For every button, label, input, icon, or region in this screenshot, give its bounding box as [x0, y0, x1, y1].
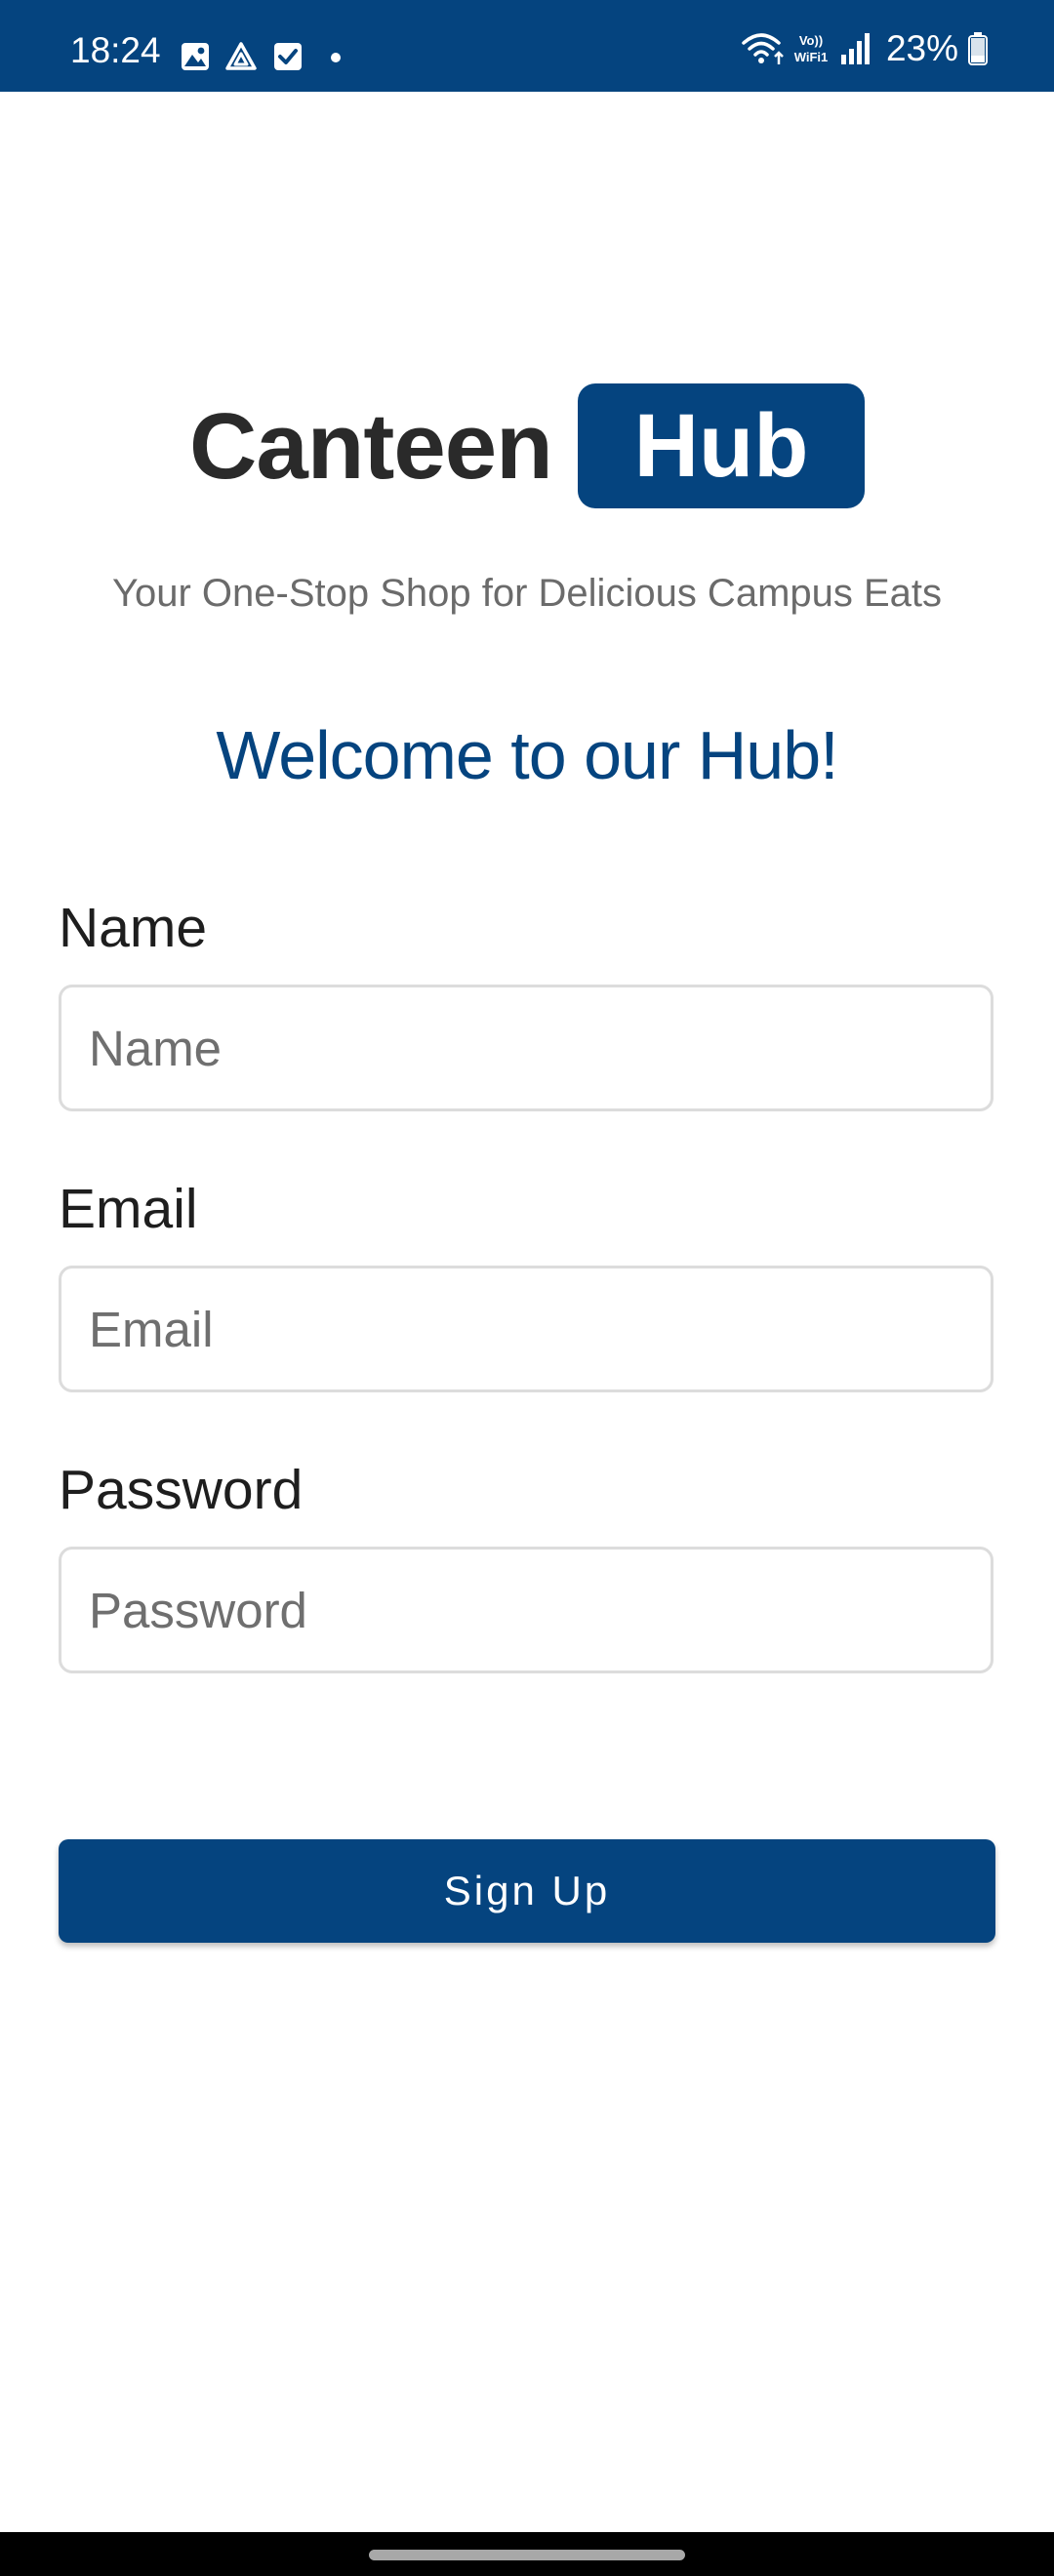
canteen-hub-logo: Canteen Hub — [189, 383, 865, 508]
notification-dot-icon — [330, 51, 342, 68]
status-time: 18:24 — [70, 30, 161, 70]
battery-icon — [968, 32, 988, 65]
sign-up-button[interactable]: Sign Up — [59, 1839, 995, 1943]
logo-badge: Hub — [578, 383, 865, 508]
status-right-group: Vo)) WiFi1 23% — [742, 29, 988, 68]
welcome-heading: Welcome to our Hub! — [216, 717, 838, 793]
svg-text:WiFi1: WiFi1 — [794, 50, 829, 64]
wifi-icon — [742, 31, 785, 66]
email-input[interactable] — [59, 1266, 993, 1392]
navigation-bar — [0, 2532, 1054, 2576]
logo-badge-word: Hub — [633, 396, 809, 496]
gallery-icon — [180, 41, 211, 77]
vowifi-icon: Vo)) WiFi1 — [790, 31, 831, 66]
logo-word: Canteen — [189, 394, 553, 499]
drive-icon — [224, 41, 258, 77]
status-bar: 18:24 Vo)) WiFi1 23% — [0, 0, 1054, 92]
battery-percent: 23% — [885, 28, 958, 68]
password-label: Password — [59, 1459, 304, 1521]
checkbox-icon — [272, 41, 304, 77]
name-label: Name — [59, 897, 208, 959]
signal-icon — [839, 31, 872, 66]
tagline: Your One-Stop Shop for Delicious Campus … — [111, 572, 943, 615]
password-input[interactable] — [59, 1547, 993, 1673]
name-input[interactable] — [59, 985, 993, 1111]
signup-screen: 18:24 Vo)) WiFi1 23% Canteen Hub Your On… — [0, 0, 1054, 2576]
home-gesture-handle[interactable] — [369, 2550, 685, 2560]
svg-text:Vo)): Vo)) — [799, 33, 823, 48]
email-label: Email — [59, 1178, 198, 1240]
